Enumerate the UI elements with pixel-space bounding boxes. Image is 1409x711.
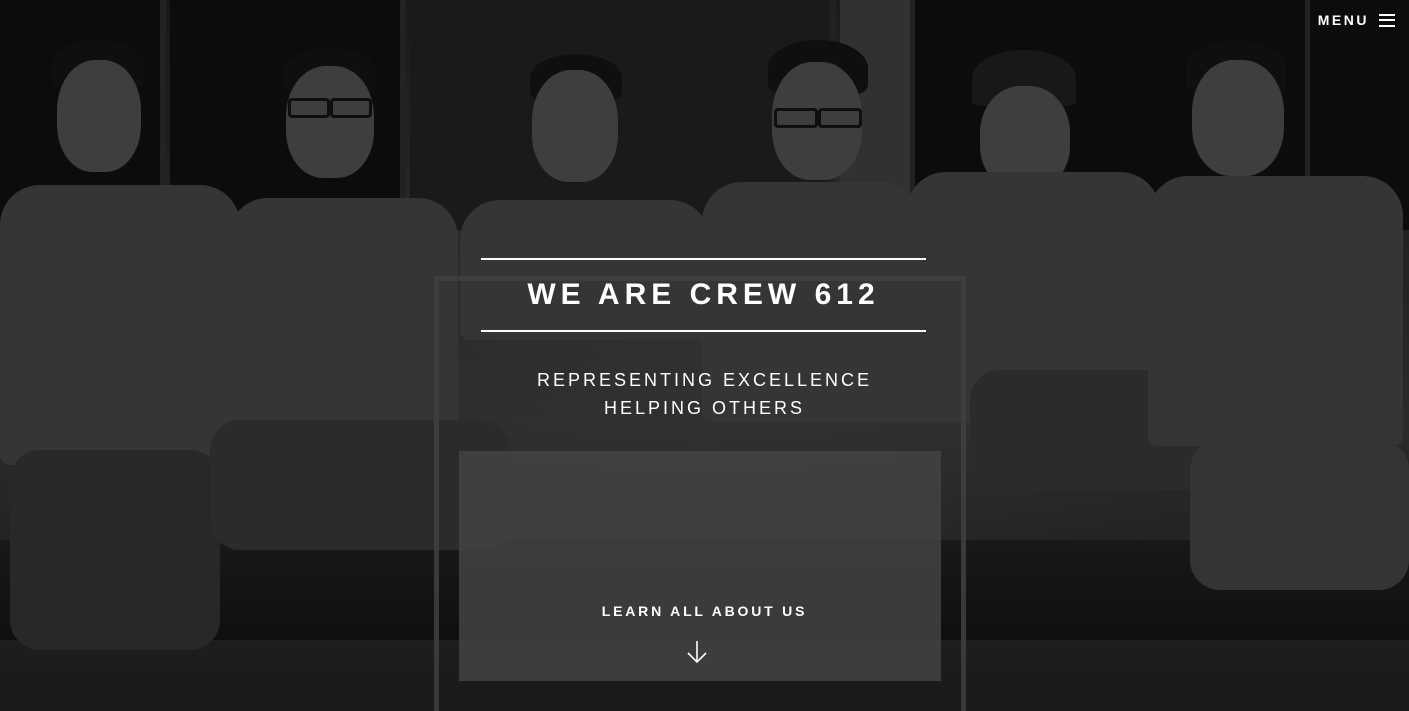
- hero-subtitle: REPRESENTING EXCELLENCE HELPING OTHERS: [0, 366, 1409, 422]
- menu-label: MENU: [1317, 12, 1369, 28]
- hamburger-icon[interactable]: [1379, 13, 1395, 27]
- menu-button[interactable]: MENU: [1318, 12, 1395, 28]
- subtitle-line: HELPING OTHERS: [603, 398, 806, 418]
- hero-section: MENU WE ARE CREW 612 REPRESENTING EXCELL…: [0, 0, 1409, 711]
- learn-about-us-link[interactable]: LEARN ALL ABOUT US: [0, 603, 1409, 619]
- hero-title-block: WE ARE CREW 612: [481, 258, 926, 332]
- hero-title: WE ARE CREW 612: [527, 278, 880, 311]
- subtitle-line: REPRESENTING EXCELLENCE: [536, 370, 873, 390]
- arrow-down-icon[interactable]: [686, 640, 708, 664]
